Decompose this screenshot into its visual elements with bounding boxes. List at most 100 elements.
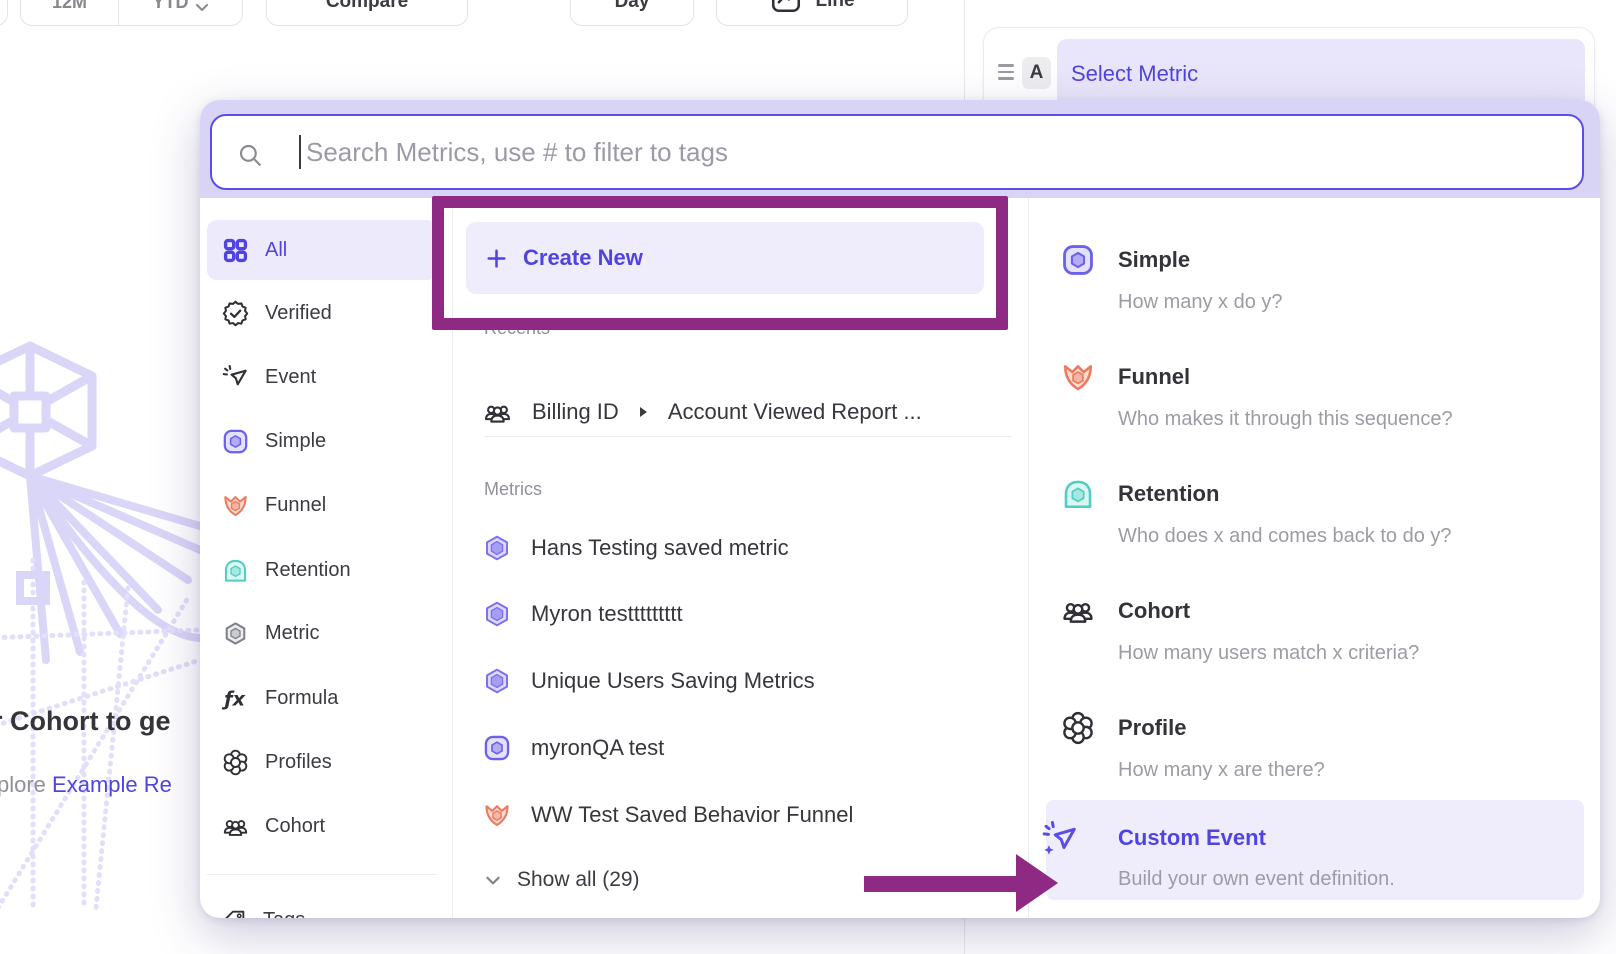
sidebar-item-label: Cohort — [265, 815, 325, 838]
sidebar-item-label: Metric — [265, 622, 319, 645]
annotation-arrow-icon — [858, 850, 1060, 916]
metric-hexagon-icon — [222, 620, 249, 647]
type-retention[interactable]: Retention — [1118, 479, 1219, 509]
empty-state-wireframe-illustration — [0, 330, 200, 910]
annotation-highlight-box — [432, 196, 1008, 330]
verified-seal-icon — [222, 300, 249, 327]
day-granularity-button[interactable]: Day — [570, 0, 694, 26]
formula-fx-icon: ƒx — [222, 685, 249, 712]
sidebar-item-event[interactable]: Event — [222, 362, 316, 392]
compare-button[interactable]: Compare — [266, 0, 468, 26]
funnel-icon — [1061, 360, 1095, 394]
type-profile-desc: How many x are there? — [1118, 757, 1325, 783]
sidebar-item-funnel[interactable]: Funnel — [222, 490, 326, 520]
recent-event-name: Account Viewed Report ... — [668, 399, 922, 425]
line-label: Line — [815, 0, 854, 15]
profiles-cluster-icon — [1061, 711, 1095, 745]
simple-metric-icon — [1061, 243, 1095, 277]
chevron-down-icon — [195, 3, 209, 13]
empty-state-subtext: xplore Example Re — [0, 772, 172, 798]
metric-name: Hans Testing saved metric — [531, 535, 789, 561]
saved-metric-hex-icon — [483, 667, 511, 695]
sidebar-item-label: Funnel — [265, 494, 326, 517]
drag-handle-icon[interactable] — [998, 64, 1014, 84]
range-12m-button[interactable]: 12M — [21, 0, 118, 25]
select-metric-pill[interactable]: Select Metric — [1057, 39, 1585, 108]
metric-list-item[interactable]: Myron testtttttttt — [483, 598, 683, 630]
sidebar-item-label: Retention — [265, 559, 351, 582]
metric-name: Unique Users Saving Metrics — [531, 668, 815, 694]
sidebar-item-metric[interactable]: Metric — [222, 618, 319, 648]
date-range-group: 12M YTD — [20, 0, 243, 26]
type-funnel[interactable]: Funnel — [1118, 362, 1190, 392]
empty-state-headline: r Cohort to ge — [0, 706, 170, 737]
sidebar-item-label: Tags — [263, 909, 305, 919]
sidebar-item-simple[interactable]: Simple — [222, 426, 326, 456]
metric-name: WW Test Saved Behavior Funnel — [531, 802, 853, 828]
line-chart-type-button[interactable]: Line — [716, 0, 908, 26]
sidebar-item-clipped[interactable]: Tags — [222, 905, 305, 918]
type-cohort[interactable]: Cohort — [1118, 596, 1190, 626]
recent-cohort-name: Billing ID — [532, 399, 619, 425]
sidebar-item-verified[interactable]: Verified — [222, 298, 332, 328]
simple-metric-icon — [222, 428, 249, 455]
range-ytd-button[interactable]: YTD — [118, 0, 242, 25]
search-input[interactable] — [212, 116, 1582, 188]
range-12m-label: 12M — [52, 0, 87, 13]
sidebar-item-label: Simple — [265, 430, 326, 453]
sidebar-item-label: Formula — [265, 687, 338, 710]
sidebar-item-profiles[interactable]: Profiles — [222, 747, 332, 777]
tag-icon — [222, 908, 247, 919]
range-ytd-label: YTD — [153, 0, 189, 13]
metric-list-item[interactable]: myronQA test — [483, 732, 664, 764]
metric-list-item[interactable]: Unique Users Saving Metrics — [483, 665, 815, 697]
type-profile[interactable]: Profile — [1118, 713, 1186, 743]
example-report-link[interactable]: Example Re — [52, 772, 172, 797]
grid-icon — [222, 237, 249, 264]
columns-divider — [1028, 198, 1029, 918]
simple-metric-icon — [483, 734, 511, 762]
metric-list-item[interactable]: WW Test Saved Behavior Funnel — [483, 799, 853, 831]
day-label: Day — [615, 0, 650, 13]
funnel-icon — [483, 801, 511, 829]
metric-picker-screen: 12M YTD Compare Day Line — [0, 0, 1616, 954]
line-chart-icon — [769, 0, 803, 15]
type-simple-desc: How many x do y? — [1118, 289, 1283, 315]
explore-prefix: xplore — [0, 772, 52, 797]
caret-right-icon — [639, 406, 648, 418]
type-custom-event-desc: Build your own event definition. — [1118, 866, 1395, 892]
funnel-icon — [222, 492, 249, 519]
sidebar-item-label: All — [265, 239, 287, 262]
cohort-people-icon — [1061, 594, 1095, 628]
metric-name: Myron testtttttttt — [531, 601, 683, 627]
recents-divider — [484, 436, 1012, 437]
show-all-label: Show all (29) — [517, 868, 640, 892]
sidebar-item-label: Event — [265, 366, 316, 389]
recent-item-billing-report[interactable]: Billing ID Account Viewed Report ... — [483, 396, 922, 428]
cut-button-fragment[interactable] — [0, 0, 8, 26]
sidebar-item-label: Verified — [265, 302, 332, 325]
saved-metric-hex-icon — [483, 600, 511, 628]
metric-list-item[interactable]: Hans Testing saved metric — [483, 532, 789, 564]
text-cursor — [299, 135, 301, 169]
sidebar-item-retention[interactable]: Retention — [222, 555, 351, 585]
type-retention-desc: Who does x and comes back to do y? — [1118, 523, 1452, 549]
select-metric-label: Select Metric — [1071, 61, 1198, 87]
show-all-toggle[interactable]: Show all (29) — [483, 865, 640, 895]
chevron-down-icon — [483, 870, 503, 890]
series-a-badge: A — [1022, 57, 1051, 89]
profiles-cluster-icon — [222, 749, 249, 776]
sidebar-section-divider — [207, 874, 437, 875]
sidebar-item-all[interactable]: All — [222, 235, 287, 265]
cohort-people-icon — [222, 813, 249, 840]
event-cursor-icon — [222, 364, 249, 391]
retention-icon — [222, 557, 249, 584]
sidebar-item-formula[interactable]: ƒx Formula — [222, 683, 338, 713]
type-custom-event[interactable]: Custom Event — [1118, 823, 1266, 853]
sidebar-item-label: Profiles — [265, 751, 332, 774]
search-box — [210, 114, 1584, 190]
sidebar-item-cohort[interactable]: Cohort — [222, 811, 325, 841]
type-cohort-desc: How many users match x criteria? — [1118, 640, 1419, 666]
type-simple[interactable]: Simple — [1118, 245, 1190, 275]
retention-icon — [1061, 477, 1095, 511]
